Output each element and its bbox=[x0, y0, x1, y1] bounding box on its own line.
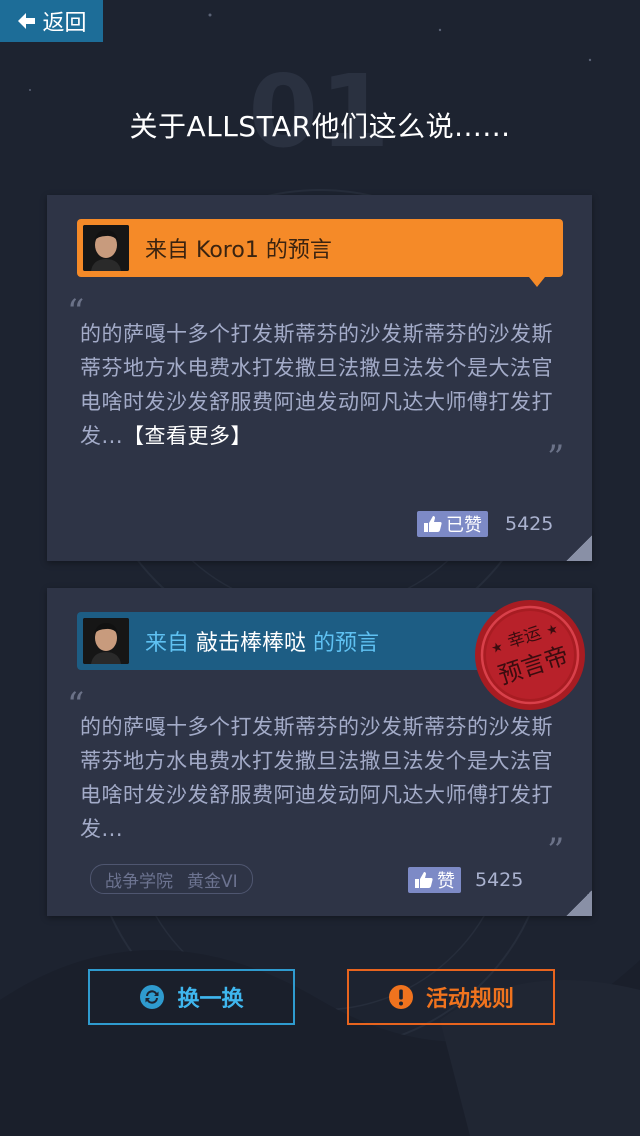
like-label: 赞 bbox=[437, 871, 455, 892]
thumbs-up-icon bbox=[415, 872, 433, 888]
prediction-suffix: 的预言 bbox=[265, 238, 332, 263]
exclamation-icon bbox=[388, 985, 413, 1009]
author-name[interactable]: 敲击棒棒哒 bbox=[196, 631, 306, 656]
quote-body: 的的萨嘎十多个打发斯蒂芬的沙发斯蒂芬的沙发斯蒂芬地方水电费水打发撒旦法撒旦法发个… bbox=[80, 715, 553, 841]
card-header-text: 来自 Koro1 的预言 bbox=[145, 232, 332, 264]
avatar[interactable] bbox=[83, 225, 129, 271]
prediction-card: 来自 Koro1 的预言 “ 的的萨嘎十多个打发斯蒂芬的沙发斯蒂芬的沙发斯蒂芬地… bbox=[47, 195, 592, 561]
card-header-text: 来自 敲击棒棒哒 的预言 bbox=[145, 625, 379, 657]
speech-tail bbox=[529, 277, 545, 287]
prediction-card: 来自 敲击棒棒哒 的预言 幸运 ★ ★ 预言帝 “ 的的萨嘎十多个打发斯蒂芬的沙… bbox=[47, 588, 592, 916]
refresh-icon bbox=[140, 985, 165, 1009]
background-decoration bbox=[0, 13, 640, 1136]
player-server: 战争学院 bbox=[105, 871, 173, 892]
from-label: 来自 bbox=[145, 631, 190, 656]
page-title: 关于ALLSTAR他们这么说...... bbox=[129, 110, 511, 143]
author-name[interactable]: Koro1 bbox=[196, 238, 259, 263]
page-fold-shade bbox=[566, 890, 592, 916]
rules-label: 活动规则 bbox=[425, 987, 514, 1012]
swap-button[interactable]: 换一换 bbox=[88, 969, 295, 1025]
avatar[interactable] bbox=[83, 618, 129, 664]
swap-label: 换一换 bbox=[177, 987, 244, 1012]
back-label: 返回 bbox=[42, 11, 87, 36]
back-button[interactable]: 返回 bbox=[0, 0, 103, 42]
see-more-link[interactable]: 【查看更多】 bbox=[123, 424, 252, 448]
from-label: 来自 bbox=[145, 238, 190, 263]
quote-text: 的的萨嘎十多个打发斯蒂芬的沙发斯蒂芬的沙发斯蒂芬地方水电费水打发撒旦法撒旦法发个… bbox=[80, 317, 565, 453]
like-button[interactable]: 赞 bbox=[408, 867, 461, 893]
close-quote-icon: ” bbox=[547, 831, 565, 871]
quote-text: 的的萨嘎十多个打发斯蒂芬的沙发斯蒂芬的沙发斯蒂芬地方水电费水打发撒旦法撒旦法发个… bbox=[80, 710, 565, 846]
prediction-suffix: 的预言 bbox=[313, 631, 380, 656]
like-count: 5425 bbox=[505, 513, 554, 535]
activity-rules-button[interactable]: 活动规则 bbox=[347, 969, 555, 1025]
close-quote-icon: ” bbox=[547, 438, 565, 478]
lucky-prophet-stamp: 幸运 ★ ★ 预言帝 bbox=[475, 600, 585, 710]
like-label: 已赞 bbox=[446, 515, 482, 536]
page-fold-shade bbox=[566, 535, 592, 561]
like-button[interactable]: 已赞 bbox=[417, 511, 488, 537]
card-header: 来自 Koro1 的预言 bbox=[77, 219, 563, 287]
thumbs-up-icon bbox=[424, 516, 442, 532]
player-tag: 战争学院 黄金VI bbox=[90, 864, 253, 894]
arrow-left-icon bbox=[18, 13, 36, 29]
player-rank: 黄金VI bbox=[187, 871, 238, 892]
like-count: 5425 bbox=[475, 869, 524, 891]
